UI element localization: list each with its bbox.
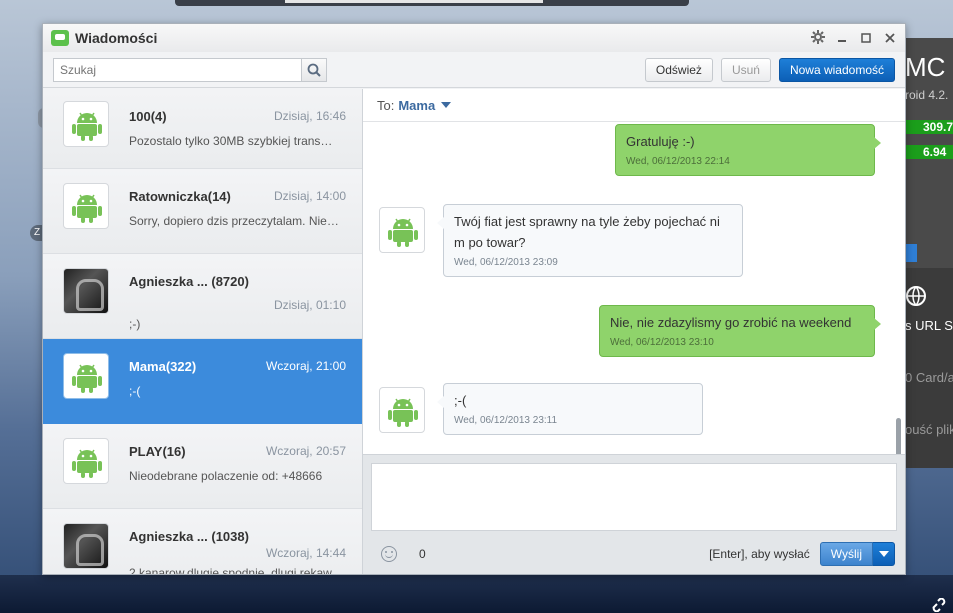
link-icon	[930, 597, 948, 613]
message-compose-field[interactable]	[371, 463, 897, 531]
conversation-preview: ;-(	[129, 384, 141, 398]
message-time: Wed, 06/12/2013 23:09	[454, 257, 558, 268]
background-globe-icon	[905, 285, 927, 310]
android-icon	[63, 183, 109, 229]
conversation-preview: Sorry, dopiero dzis przeczytalam. Nie wi…	[129, 214, 339, 228]
message-text: ;-(	[454, 393, 467, 408]
conversation-item[interactable]: PLAY(16) Wczoraj, 20:57 Nieodebrane pola…	[43, 424, 362, 509]
message-text: Gratuluję :-)	[626, 134, 695, 149]
conversation-date: Wczoraj, 20:57	[265, 444, 346, 458]
message-time: Wed, 06/12/2013 23:11	[454, 415, 558, 426]
search-input[interactable]	[53, 57, 301, 82]
background-file-label: ouść plik	[905, 422, 953, 437]
top-toolbar-strip	[175, 0, 689, 6]
conversation-name: Agnieszka ... (1038)	[129, 529, 249, 544]
message-incoming: Twój fiat jest sprawny na tyle żeby poje…	[437, 204, 743, 277]
background-accent	[905, 244, 917, 262]
conversation-item[interactable]: Ratowniczka(14) Dzisiaj, 14:00 Sorry, do…	[43, 169, 362, 254]
conversation-preview: 2 kanarow,dlugie spodnie. dlugi rękaw	[129, 566, 332, 574]
message-incoming: ;-( Wed, 06/12/2013 23:11	[437, 383, 703, 435]
android-icon	[379, 207, 425, 253]
message-scrollbar[interactable]	[896, 418, 901, 454]
conversation-item[interactable]: Agnieszka ... (1038) Wczoraj, 14:44 2 ka…	[43, 509, 362, 574]
message-time: Wed, 06/12/2013 23:10	[610, 337, 714, 348]
conversation-item[interactable]: Agnieszka ... (8720) Dzisiaj, 01:10 ;-)	[43, 254, 362, 339]
toolbar: Odśwież Usuń Nowa wiadomość	[43, 52, 905, 88]
message-outgoing: Nie, nie zdazylismy go zrobić na weekend…	[599, 305, 881, 357]
conversation-preview: ;-)	[129, 317, 141, 331]
conversation-date: Wczoraj, 14:44	[265, 546, 346, 560]
minimize-icon[interactable]	[835, 31, 849, 46]
emoticon-icon[interactable]	[381, 546, 397, 562]
conversation-name: Mama(322)	[129, 359, 197, 374]
background-app-subtitle: roid 4.2.	[905, 88, 949, 102]
conversation-item-active[interactable]: Mama(322) Wczoraj, 21:00 ;-(	[43, 339, 362, 424]
character-count: 0	[419, 547, 426, 561]
conversation-date: Dzisiaj, 01:10	[273, 298, 346, 312]
taskbar	[0, 575, 953, 613]
background-app-title: MC X	[905, 52, 953, 82]
conversation-name: 100(4)	[129, 109, 167, 124]
message-text: Twój fiat jest sprawny na tyle żeby poje…	[454, 214, 720, 250]
conversation-name: PLAY(16)	[129, 444, 186, 459]
android-icon	[63, 438, 109, 484]
gear-icon[interactable]	[811, 29, 825, 47]
conversation-name: Agnieszka ... (8720)	[129, 274, 249, 289]
message-time: Wed, 06/12/2013 22:14	[626, 156, 730, 167]
close-icon[interactable]	[883, 31, 897, 46]
background-card-label: 0 Card/a	[905, 370, 953, 385]
search-button[interactable]	[301, 57, 327, 82]
background-storage-bar: 309.7	[905, 120, 953, 134]
chat-bubble-icon	[51, 30, 69, 46]
message-text: Nie, nie zdazylismy go zrobić na weekend	[610, 315, 852, 330]
conversation-preview: Nieodebrane polaczenie od: +48666	[129, 469, 323, 483]
compose-area: 0 [Enter], aby wysłać Wyślij	[363, 454, 905, 574]
recipient-bar: To: Mama	[363, 89, 905, 122]
conversation-date: Dzisiaj, 16:46	[273, 109, 346, 123]
android-icon	[63, 353, 109, 399]
send-button[interactable]: Wyślij	[819, 542, 873, 566]
conversation-list: 100(4) Dzisiaj, 16:46 Pozostalo tylko 30…	[43, 89, 363, 574]
message-outgoing: Gratuluję :-) Wed, 06/12/2013 22:14	[615, 124, 881, 176]
delete-button[interactable]: Usuń	[720, 57, 771, 82]
messages-window: Wiadomości Odśwież Usuń Nowa	[42, 23, 906, 575]
conversation-date: Wczoraj, 21:00	[265, 359, 346, 373]
compose-toolbar: 0 [Enter], aby wysłać Wyślij	[363, 534, 905, 574]
contact-photo	[63, 268, 109, 314]
android-icon	[379, 387, 425, 433]
conversation-date: Dzisiaj, 14:00	[273, 189, 346, 203]
message-thread: Gratuluję :-) Wed, 06/12/2013 22:14 Twój…	[363, 122, 905, 454]
send-options-dropdown[interactable]	[873, 542, 895, 566]
conversation-name: Ratowniczka(14)	[129, 189, 231, 204]
background-storage-bar: 6.94	[905, 145, 953, 159]
maximize-icon[interactable]	[859, 31, 873, 46]
conversation-preview: Pozostalo tylko 30MB szybkiej transmisji	[129, 134, 339, 148]
recipient-name[interactable]: Mama	[398, 98, 435, 113]
new-message-button[interactable]: Nowa wiadomość	[778, 57, 895, 82]
android-icon	[63, 101, 109, 147]
chat-panel: To: Mama Gratuluję :-) Wed, 06/12/2013 2…	[363, 89, 905, 574]
title-bar[interactable]: Wiadomości	[43, 24, 905, 52]
chevron-down-icon	[878, 551, 889, 557]
conversation-item[interactable]: 100(4) Dzisiaj, 16:46 Pozostalo tylko 30…	[43, 89, 362, 169]
send-hint: [Enter], aby wysłać	[709, 547, 810, 561]
chevron-down-icon[interactable]	[441, 102, 452, 108]
search-icon	[307, 63, 321, 77]
window-title: Wiadomości	[75, 30, 158, 46]
to-label: To:	[377, 97, 395, 113]
contact-photo	[63, 523, 109, 569]
refresh-button[interactable]: Odśwież	[644, 57, 713, 82]
background-url-label: s URL S	[905, 318, 953, 333]
